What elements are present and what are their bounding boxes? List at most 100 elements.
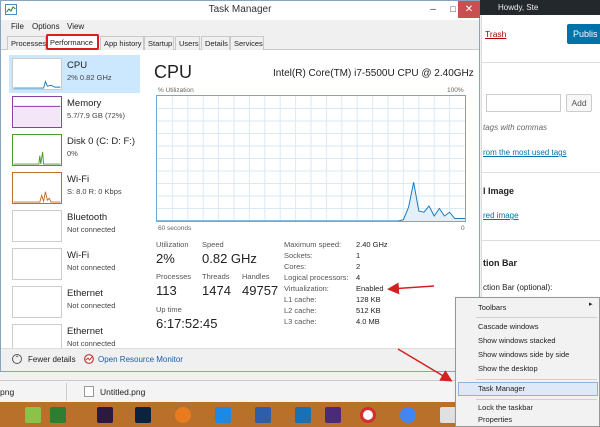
virtualization-label: Virtualization:: [284, 284, 329, 293]
move-to-trash-link[interactable]: Trash: [485, 29, 506, 39]
menu-item-cascade-windows[interactable]: Cascade windows: [458, 320, 598, 334]
publish-button[interactable]: Publis: [567, 24, 600, 44]
menu-options[interactable]: Options: [32, 22, 60, 31]
utilization-axis-label: % Utilization: [158, 87, 194, 94]
menu-item-task-manager[interactable]: Task Manager: [458, 382, 598, 396]
speed-label: Speed: [202, 240, 224, 249]
remote-app-icon[interactable]: [215, 407, 231, 423]
resource-monitor-icon[interactable]: [84, 354, 94, 364]
metabox-divider: [481, 62, 600, 63]
l1-cache-value: 128 KB: [356, 295, 381, 304]
menu-item-show-windows-stacked[interactable]: Show windows stacked: [458, 334, 598, 348]
tag-hint-text: tags with commas: [483, 123, 548, 132]
download-item[interactable]: png: [0, 387, 14, 397]
after-effects-icon[interactable]: [97, 407, 113, 423]
eclipse-icon[interactable]: [295, 407, 311, 423]
sidebar-item-value: Not connected: [67, 263, 116, 272]
sidebar-item-wifi-2[interactable]: Wi-Fi Not connected: [9, 245, 140, 283]
menu-separator: [476, 399, 597, 400]
cores-value: 2: [356, 262, 361, 271]
featured-image-heading: l Image: [483, 186, 515, 196]
menu-view[interactable]: View: [67, 22, 84, 31]
close-icon[interactable]: ✕: [458, 1, 480, 18]
processes-value: 113: [156, 283, 177, 298]
most-used-tags-link[interactable]: rom the most used tags: [483, 148, 567, 157]
wifi-thumbnail-graph: [12, 172, 62, 204]
ethernet-thumbnail-graph: [12, 286, 62, 318]
fewer-details-link[interactable]: Fewer details: [28, 355, 76, 364]
handles-label: Handles: [242, 272, 270, 281]
l3-cache-value: 4.0 MB: [356, 317, 380, 326]
utilization-value: 2%: [156, 251, 175, 266]
chevron-up-icon[interactable]: ⌃: [12, 354, 22, 364]
action-bar-heading: tion Bar: [483, 258, 518, 268]
l2-cache-label: L2 cache:: [284, 306, 317, 315]
tab-users[interactable]: Users: [175, 36, 200, 50]
graph-grid: [157, 96, 465, 221]
tag-input[interactable]: [486, 94, 561, 112]
sidebar-item-cpu[interactable]: CPU 2% 0.82 GHz: [9, 55, 140, 93]
sidebar-item-value: Not connected: [67, 301, 116, 310]
menu-bar: File Options View: [1, 20, 479, 34]
sidebar-item-label: Ethernet: [67, 288, 103, 299]
sidebar-item-label: CPU: [67, 60, 88, 71]
download-item[interactable]: Untitled.png: [100, 387, 145, 397]
menu-separator: [476, 317, 597, 318]
l3-cache-label: L3 cache:: [284, 317, 317, 326]
sidebar-item-wifi[interactable]: Wi-Fi S: 8.0 R: 0 Kbps: [9, 169, 140, 207]
sockets-value: 1: [356, 251, 361, 260]
cores-label: Cores:: [284, 262, 307, 271]
title-bar[interactable]: Task Manager – □ ✕: [1, 1, 480, 19]
l2-cache-value: 512 KB: [356, 306, 381, 315]
opera-icon[interactable]: [360, 407, 376, 423]
image-file-icon: [84, 386, 94, 397]
menu-file[interactable]: File: [11, 22, 24, 31]
processes-label: Processes: [156, 272, 192, 281]
graph-time-zero-label: 0: [461, 225, 465, 232]
virtualbox-icon[interactable]: [255, 407, 271, 423]
photoshop-icon[interactable]: [135, 407, 151, 423]
tab-details[interactable]: Details: [201, 36, 230, 50]
sockets-label: Sockets:: [284, 251, 313, 260]
menu-item-properties[interactable]: Properties: [458, 413, 598, 427]
uptime-label: Up time: [156, 305, 182, 314]
firefox-icon[interactable]: [175, 407, 191, 423]
sidebar-item-bluetooth[interactable]: Bluetooth Not connected: [9, 207, 140, 245]
utilization-label: Utilization: [156, 240, 189, 249]
logical-processors-label: Logical processors:: [284, 273, 349, 282]
cpu-thumbnail-graph: [12, 58, 62, 90]
set-featured-image-link[interactable]: red image: [483, 211, 519, 220]
virtualization-value: Enabled: [356, 284, 384, 293]
add-tag-button[interactable]: Add: [566, 94, 592, 112]
sidebar-item-ethernet-2[interactable]: Ethernet Not connected: [9, 321, 140, 348]
memory-thumbnail-graph: [12, 96, 62, 128]
sidebar-item-label: Memory: [67, 98, 102, 109]
sidebar-item-value: 0%: [67, 149, 78, 158]
menu-item-show-windows-side-by-side[interactable]: Show windows side by side: [458, 348, 598, 362]
tab-app-history[interactable]: App history: [100, 36, 144, 50]
excel-icon[interactable]: [50, 407, 66, 423]
chrome-icon[interactable]: [400, 407, 416, 423]
open-resource-monitor-link[interactable]: Open Resource Monitor: [98, 355, 183, 364]
menu-item-show-desktop[interactable]: Show the desktop: [458, 362, 598, 376]
app-icon[interactable]: [325, 407, 341, 423]
app-icon[interactable]: [440, 407, 456, 423]
admin-bar-greeting[interactable]: Howdy, Ste: [480, 0, 600, 15]
tab-services[interactable]: Services: [230, 36, 264, 50]
sidebar-item-memory[interactable]: Memory 5.7/7.9 GB (72%): [9, 93, 140, 131]
window-title: Task Manager: [208, 4, 272, 15]
sidebar-item-value: 5.7/7.9 GB (72%): [67, 111, 125, 120]
tab-processes[interactable]: Processes: [7, 36, 46, 50]
menu-item-toolbars[interactable]: Toolbars: [458, 301, 598, 315]
sidebar-item-disk[interactable]: Disk 0 (C: D: F:) 0%: [9, 131, 140, 169]
wifi-2-thumbnail-graph: [12, 248, 62, 280]
speed-value: 0.82 GHz: [202, 251, 257, 266]
metabox-divider: [481, 172, 600, 173]
cpu-model-name: Intel(R) Core(TM) i7-5500U CPU @ 2.40GHz: [273, 68, 474, 79]
upwork-icon[interactable]: [25, 407, 41, 423]
l1-cache-label: L1 cache:: [284, 295, 317, 304]
graph-time-span-label: 60 seconds: [158, 225, 192, 232]
sidebar-item-label: Bluetooth: [67, 212, 108, 223]
sidebar-item-ethernet[interactable]: Ethernet Not connected: [9, 283, 140, 321]
tab-startup[interactable]: Startup: [144, 36, 174, 50]
